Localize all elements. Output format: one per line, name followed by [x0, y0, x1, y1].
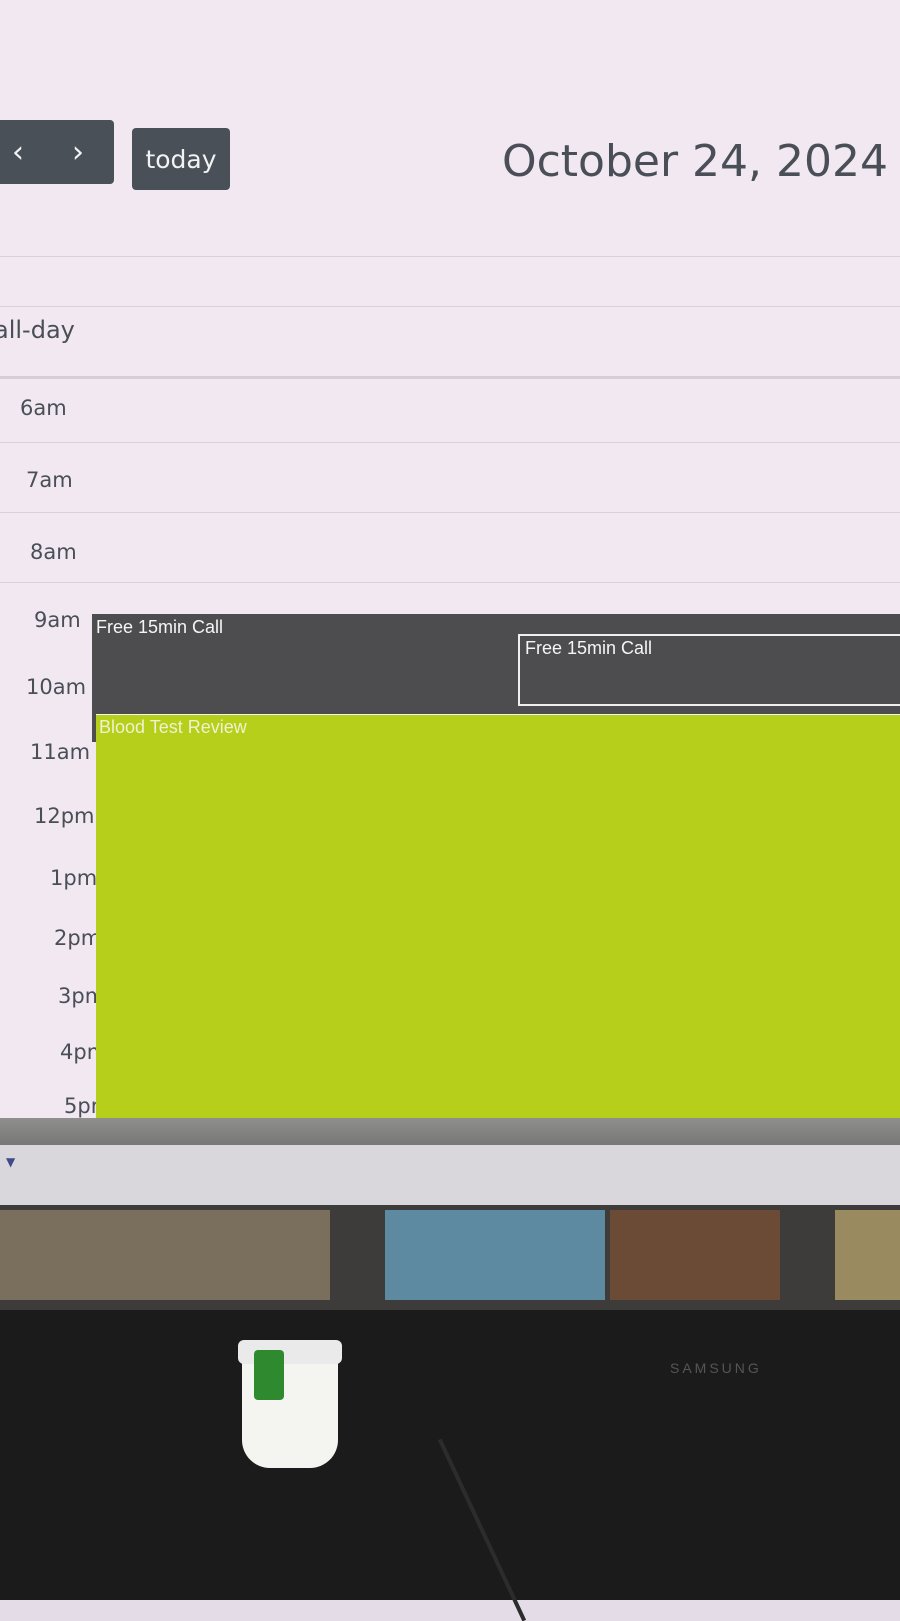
time-label-1pm: 1pm	[50, 866, 98, 890]
today-button[interactable]: today	[132, 128, 230, 190]
allday-divider	[0, 376, 900, 379]
time-label-6am: 6am	[20, 396, 67, 420]
chevron-left-icon: ‹	[12, 134, 24, 170]
event-title: Blood Test Review	[99, 717, 247, 737]
grid-line	[0, 582, 900, 583]
time-label-12pm: 12pm	[34, 804, 95, 828]
grid-line	[0, 256, 900, 257]
allday-label: all-day	[0, 316, 75, 344]
caret-down-icon[interactable]: ▼	[6, 1155, 15, 1169]
desk-surface	[0, 1310, 900, 1600]
page-title: October 24, 2024	[501, 136, 888, 187]
time-label-10am: 10am	[26, 675, 87, 699]
next-button[interactable]: ›	[48, 120, 108, 184]
wallpaper-thumbnail	[610, 1210, 780, 1300]
event-title: Free 15min Call	[525, 638, 653, 658]
grid-line	[0, 512, 900, 513]
nav-button-group: ‹ ›	[0, 120, 114, 184]
grid-line	[0, 306, 900, 307]
bottle-label	[254, 1350, 284, 1400]
monitor-brand-logo: SAMSUNG	[670, 1360, 762, 1376]
wallpaper-thumbnail	[385, 1210, 605, 1300]
prev-button[interactable]: ‹	[0, 120, 48, 184]
time-label-9am: 9am	[34, 608, 81, 632]
calendar-event[interactable]: Free 15min Call	[518, 634, 900, 706]
time-label-8am: 8am	[30, 540, 77, 564]
calendar-screen: ‹ › today October 24, 2024 all-day 6am 7…	[0, 0, 900, 1135]
wallpaper-thumbnail	[0, 1210, 330, 1300]
taskbar: ▼	[0, 1145, 900, 1205]
time-label-11am: 11am	[30, 740, 91, 764]
chevron-right-icon: ›	[72, 134, 84, 170]
grid-line	[0, 442, 900, 443]
calendar-event[interactable]: Blood Test Review	[96, 714, 900, 1135]
time-label-2pm: 2pm	[54, 926, 102, 950]
wallpaper-thumbnail	[835, 1210, 900, 1300]
time-label-7am: 7am	[26, 468, 73, 492]
event-title: Free 15min Call	[96, 617, 224, 637]
